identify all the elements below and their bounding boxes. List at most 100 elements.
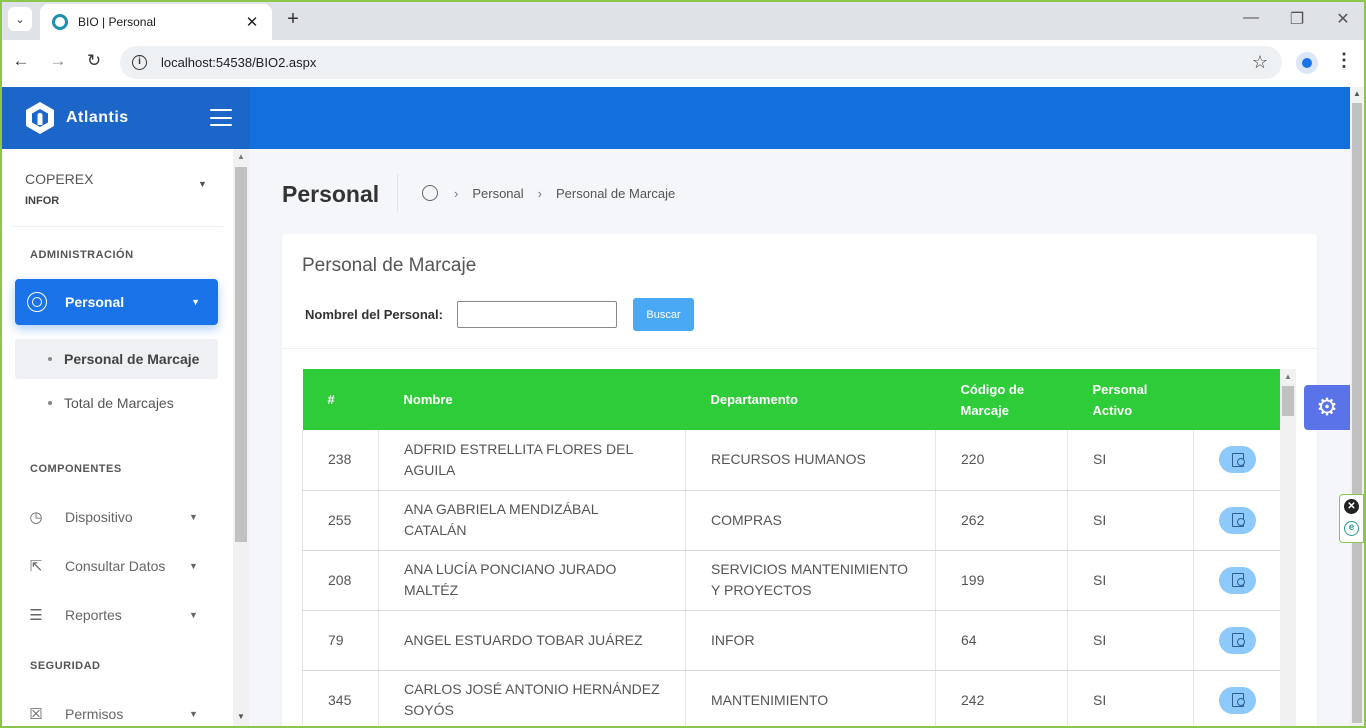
personal-table: # Nombre Departamento Código de Marcaje … — [302, 369, 1280, 728]
hamburger-menu-icon[interactable] — [210, 109, 232, 126]
sidebar-scrollbar[interactable]: ▲ ▼ — [233, 149, 249, 728]
view-document-icon — [1231, 633, 1245, 647]
sidebar-item-dispositivo[interactable]: ◷ Dispositivo ▼ — [27, 505, 227, 529]
cell-id: 255 — [302, 490, 379, 551]
view-document-icon — [1231, 693, 1245, 707]
tab-title: BIO | Personal — [78, 15, 156, 29]
gear-icon[interactable]: ⚙ — [1304, 385, 1350, 430]
sidebar-subitem-label: Personal de Marcaje — [64, 351, 200, 367]
breadcrumb-item[interactable]: Personal — [472, 186, 523, 201]
company-name: COPEREX — [25, 171, 94, 187]
sidebar-item-label: Permisos — [65, 706, 124, 722]
brand[interactable]: Atlantis — [2, 87, 250, 149]
new-tab-button[interactable]: + — [282, 8, 304, 31]
sidebar-subitem-personal-de-marcaje[interactable]: Personal de Marcaje — [15, 339, 218, 379]
table-row: 208 ANA LUCÍA PONCIANO JURADO MALTÉZ SER… — [302, 550, 1280, 611]
table-row: 255 ANA GABRIELA MENDIZÁBAL CATALÁN COMP… — [302, 490, 1280, 551]
divider — [12, 226, 223, 227]
cell-codigo: 64 — [935, 610, 1068, 671]
sidebar-item-consultar-datos[interactable]: ⇱ Consultar Datos ▼ — [27, 554, 227, 578]
column-header[interactable]: Nombre — [379, 369, 686, 430]
close-window-button[interactable]: ✕ — [1328, 9, 1358, 29]
home-icon[interactable] — [422, 185, 438, 201]
column-header[interactable]: Departamento — [686, 369, 936, 430]
cell-activo: SI — [1067, 490, 1194, 551]
browser-tab[interactable]: BIO | Personal ✕ — [40, 4, 272, 40]
cell-codigo: 262 — [935, 490, 1068, 551]
sidebar-item-label: Personal — [65, 294, 125, 310]
cell-codigo: 220 — [935, 430, 1068, 491]
clock-icon: ◷ — [29, 509, 43, 526]
section-administracion: ADMINISTRACIÓN — [30, 249, 134, 261]
company-selector[interactable]: COPEREX INFOR — [25, 171, 93, 207]
breadcrumb-item[interactable]: Personal de Marcaje — [556, 186, 675, 201]
chevron-down-icon: ▼ — [189, 709, 198, 719]
table-scrollbar[interactable]: ▲ — [1280, 369, 1296, 728]
view-button[interactable] — [1219, 566, 1256, 594]
divider — [397, 174, 398, 212]
table-header-row: # Nombre Departamento Código de Marcaje … — [302, 369, 1280, 430]
browser-toolbar: ← → ↻ i localhost:54538/BIO2.aspx ☆ ⋮ — [0, 40, 1366, 87]
page-scrollbar[interactable]: ▲ — [1350, 87, 1364, 726]
address-bar[interactable]: i localhost:54538/BIO2.aspx ☆ — [120, 46, 1282, 79]
sidebar-item-label: Reportes — [65, 607, 122, 623]
tab-list-button[interactable]: ⌄ — [8, 7, 32, 31]
minimize-button[interactable]: — — [1236, 9, 1266, 27]
search-input[interactable] — [457, 301, 617, 328]
company-department: INFOR — [25, 195, 60, 207]
cell-action — [1193, 490, 1280, 551]
extension-e-icon[interactable]: e — [1344, 521, 1359, 536]
cell-departamento: SERVICIOS MANTENIMIENTO Y PROYECTOS — [685, 550, 936, 611]
view-button[interactable] — [1219, 626, 1256, 654]
table-row: 79 ANGEL ESTUARDO TOBAR JUÁREZ INFOR 64 … — [302, 610, 1280, 671]
table-row: 345 CARLOS JOSÉ ANTONIO HERNÁNDEZ SOYÓS … — [302, 670, 1280, 728]
restore-button[interactable]: ❐ — [1282, 9, 1312, 29]
chevron-down-icon[interactable]: ▼ — [198, 179, 207, 189]
cell-codigo: 199 — [935, 550, 1068, 611]
chevron-down-icon: ▼ — [189, 561, 198, 571]
url-text[interactable]: localhost:54538/BIO2.aspx — [161, 55, 1252, 70]
kebab-menu-icon[interactable]: ⋮ — [1334, 50, 1354, 71]
personal-card: Personal de Marcaje Nombrel del Personal… — [282, 234, 1317, 728]
permission-icon: ☒ — [29, 706, 43, 723]
cell-nombre: ADFRID ESTRELLITA FLORES DEL AGUILA — [378, 430, 686, 491]
tab-close-icon[interactable]: ✕ — [244, 13, 260, 31]
cell-id: 345 — [302, 670, 379, 728]
profile-icon[interactable] — [1296, 52, 1318, 74]
sidebar-item-reportes[interactable]: ☰ Reportes ▼ — [27, 603, 227, 627]
view-button[interactable] — [1219, 686, 1256, 714]
cell-departamento: COMPRAS — [685, 490, 936, 551]
close-icon[interactable]: ✕ — [1344, 499, 1359, 514]
column-header[interactable]: Código de Marcaje — [936, 369, 1068, 430]
sidebar-subitem-total-de-marcajes[interactable]: Total de Marcajes — [15, 383, 218, 423]
cell-nombre: CARLOS JOSÉ ANTONIO HERNÁNDEZ SOYÓS — [378, 670, 686, 728]
cell-activo: SI — [1067, 610, 1194, 671]
reload-button[interactable]: ↻ — [81, 51, 107, 71]
sidebar: COPEREX INFOR ▼ ADMINISTRACIÓN Personal … — [2, 149, 233, 728]
view-button[interactable] — [1219, 506, 1256, 534]
breadcrumb: › Personal › Personal de Marcaje — [422, 185, 675, 201]
app-header: Atlantis — [2, 87, 1350, 149]
star-icon[interactable]: ☆ — [1252, 52, 1268, 73]
card-title: Personal de Marcaje — [302, 255, 477, 276]
back-button[interactable]: ← — [8, 51, 34, 71]
cell-activo: SI — [1067, 550, 1194, 611]
sidebar-item-personal[interactable]: Personal ▼ — [15, 279, 218, 325]
cell-departamento: INFOR — [685, 610, 936, 671]
view-document-icon — [1231, 452, 1245, 467]
chevron-down-icon: ▼ — [189, 512, 198, 522]
sidebar-item-label: Dispositivo — [65, 509, 133, 525]
search-button[interactable]: Buscar — [633, 298, 694, 331]
column-header[interactable]: # — [303, 369, 379, 430]
view-document-icon — [1231, 573, 1245, 587]
site-info-icon[interactable]: i — [132, 55, 147, 70]
sidebar-subitem-label: Total de Marcajes — [64, 395, 174, 411]
cell-action — [1193, 670, 1280, 728]
forward-button[interactable]: → — [45, 51, 71, 71]
chevron-down-icon: ▼ — [191, 297, 200, 307]
sidebar-item-label: Consultar Datos — [65, 558, 166, 574]
view-button[interactable] — [1219, 446, 1256, 474]
atlantis-logo-icon — [26, 102, 54, 134]
column-header[interactable]: Personal Activo — [1068, 369, 1194, 430]
sidebar-item-permisos[interactable]: ☒ Permisos ▼ — [27, 702, 227, 726]
